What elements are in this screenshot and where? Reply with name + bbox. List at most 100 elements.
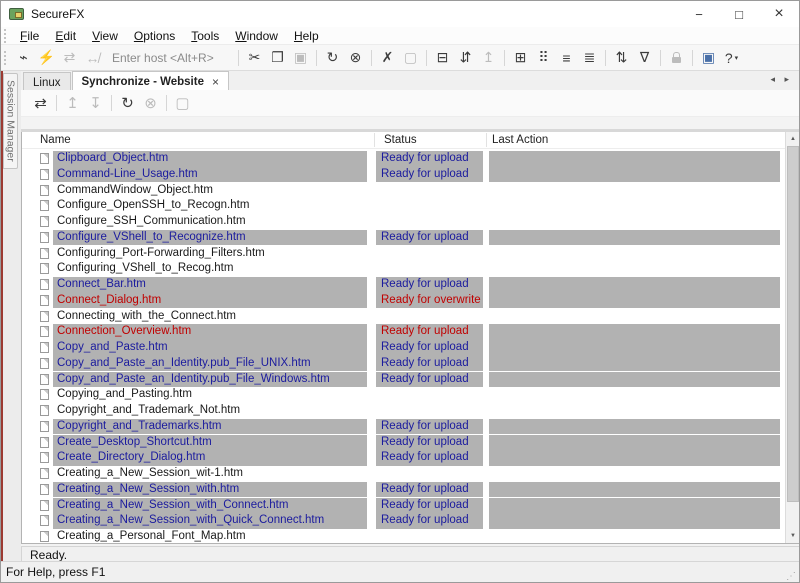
toolbar-separator	[692, 50, 693, 66]
filter-icon[interactable]: ∇	[633, 47, 656, 69]
quick-connect-icon[interactable]: ⚡	[35, 47, 58, 69]
menu-edit[interactable]: Edit	[47, 29, 84, 43]
menu-file[interactable]: File	[12, 29, 47, 43]
refresh-icon[interactable]: ↻	[116, 92, 139, 114]
synchronize-files-icon[interactable]: ⇄	[29, 92, 52, 114]
cell-last-action	[489, 261, 780, 277]
tab-scroll-left-icon[interactable]: ◂	[770, 74, 775, 85]
menu-drag-handle[interactable]	[4, 29, 8, 43]
menu-view[interactable]: View	[84, 29, 126, 43]
cell-name: Connect_Bar.htm	[53, 277, 367, 293]
table-row[interactable]: Creating_a_Personal_Font_Map.htm	[22, 529, 785, 543]
upload-icon[interactable]: ↥	[61, 92, 84, 114]
window-title: SecureFX	[31, 7, 84, 21]
table-row[interactable]: Creating_a_New_Session_with.htmReady for…	[22, 482, 785, 498]
table-row[interactable]: Configure_SSH_Communication.htm	[22, 214, 785, 230]
file-skip-icon[interactable]: ▢	[399, 47, 422, 69]
table-row[interactable]: Connecting_with_the_Connect.htm	[22, 309, 785, 325]
table-row[interactable]: Configuring_VShell_to_Recog.htm	[22, 261, 785, 277]
resize-grip[interactable]: ⋰	[786, 572, 796, 582]
transfer-icon[interactable]: ⇵	[454, 47, 477, 69]
paste-icon[interactable]: ▣	[289, 47, 312, 69]
help-icon[interactable]: ?▾	[720, 47, 743, 69]
table-row[interactable]: Copy_and_Paste_an_Identity.pub_File_Wind…	[22, 372, 785, 388]
table-row[interactable]: Creating_a_New_Session_with_Connect.htmR…	[22, 498, 785, 514]
vertical-scrollbar[interactable]: ▲ ▼	[785, 132, 800, 543]
tab-linux[interactable]: Linux	[23, 72, 71, 90]
table-row[interactable]: Connect_Bar.htmReady for upload	[22, 277, 785, 293]
reconnect-icon[interactable]: ⇄	[58, 47, 81, 69]
column-header-name[interactable]: Name	[40, 134, 71, 146]
stop-icon[interactable]: ⊗	[139, 92, 162, 114]
cell-status: Ready for upload	[376, 151, 483, 167]
list-view-icon[interactable]: ≡	[555, 47, 578, 69]
table-row[interactable]: Configure_VShell_to_Recognize.htmReady f…	[22, 230, 785, 246]
table-row[interactable]: Clipboard_Object.htmReady for upload	[22, 151, 785, 167]
connect-icon[interactable]: ⌁	[12, 47, 35, 69]
menu-window[interactable]: Window	[227, 29, 286, 43]
file-icon	[40, 185, 49, 196]
folder-up-icon[interactable]: ↥	[477, 47, 500, 69]
session-manager-tab[interactable]: Session Manager	[3, 73, 18, 169]
tab-synchronize-website[interactable]: Synchronize - Website×	[72, 71, 230, 90]
toolbar-separator	[238, 50, 239, 66]
skip-file-icon[interactable]: ▢	[171, 92, 194, 114]
table-row[interactable]: Command-Line_Usage.htmReady for upload	[22, 167, 785, 183]
disconnect-icon[interactable]: ↮	[81, 47, 104, 69]
host-input[interactable]	[110, 50, 228, 66]
toolbar-drag-handle[interactable]	[4, 51, 8, 65]
table-row[interactable]: Connection_Overview.htmReady for upload	[22, 324, 785, 340]
close-button[interactable]: ×	[759, 1, 799, 27]
details-view-icon[interactable]: ≣	[578, 47, 601, 69]
column-header-status[interactable]: Status	[384, 134, 417, 146]
table-row[interactable]: Copyright_and_Trademarks.htmReady for up…	[22, 419, 785, 435]
menu-options[interactable]: Options	[126, 29, 183, 43]
table-row[interactable]: Create_Directory_Dialog.htmReady for upl…	[22, 450, 785, 466]
session-manager-icon[interactable]: ⊟	[431, 47, 454, 69]
column-headers: Name Status Last Action	[22, 132, 785, 149]
cell-status	[376, 403, 483, 419]
session-options-icon[interactable]: ▣	[697, 47, 720, 69]
synchronize-toolbar: ⇄ ↥↧ ↻⊗ ▢	[21, 90, 800, 117]
menu-tools[interactable]: Tools	[183, 29, 227, 43]
table-row[interactable]: Configure_OpenSSH_to_Recogn.htm	[22, 198, 785, 214]
file-icon	[40, 484, 49, 495]
file-icon	[40, 452, 49, 463]
synchronize-icon[interactable]: ↻	[321, 47, 344, 69]
scroll-down-icon[interactable]: ▼	[786, 529, 800, 543]
session-manager-sidebar: Session Manager	[1, 71, 21, 563]
large-icons-view-icon[interactable]: ⊞	[509, 47, 532, 69]
menu-help[interactable]: Help	[286, 29, 327, 43]
table-row[interactable]: Copyright_and_Trademark_Not.htm	[22, 403, 785, 419]
toolbar-separator	[660, 50, 661, 66]
delete-icon[interactable]: ✗	[376, 47, 399, 69]
table-row[interactable]: Copy_and_Paste.htmReady for upload	[22, 340, 785, 356]
table-row[interactable]: Configuring_Port-Forwarding_Filters.htm	[22, 246, 785, 262]
table-row[interactable]: Copying_and_Pasting.htm	[22, 387, 785, 403]
lock-icon[interactable]	[665, 47, 688, 69]
maximize-button[interactable]: □	[719, 1, 759, 27]
sort-icon[interactable]: ⇅	[610, 47, 633, 69]
cut-icon[interactable]: ✂	[243, 47, 266, 69]
file-icon	[40, 374, 49, 385]
table-row[interactable]: CommandWindow_Object.htm	[22, 183, 785, 199]
tab-scroll-right-icon[interactable]: ▸	[784, 74, 789, 85]
minimize-button[interactable]: −	[679, 1, 719, 27]
table-row[interactable]: Creating_a_New_Session_with_Quick_Connec…	[22, 513, 785, 529]
cell-status	[376, 466, 483, 482]
cancel-icon[interactable]: ⊗	[344, 47, 367, 69]
table-row[interactable]: Connect_Dialog.htmReady for overwrite	[22, 293, 785, 309]
small-icons-view-icon[interactable]: ⠿	[532, 47, 555, 69]
copy-icon[interactable]: ❐	[266, 47, 289, 69]
column-header-last-action[interactable]: Last Action	[492, 134, 548, 146]
scrollbar-thumb[interactable]	[787, 146, 799, 502]
cell-last-action	[489, 151, 780, 167]
table-row[interactable]: Create_Desktop_Shortcut.htmReady for upl…	[22, 435, 785, 451]
cell-name: Copy_and_Paste.htm	[53, 340, 367, 356]
tab-close-icon[interactable]: ×	[212, 75, 219, 89]
scroll-up-icon[interactable]: ▲	[786, 132, 800, 146]
table-row[interactable]: Copy_and_Paste_an_Identity.pub_File_UNIX…	[22, 356, 785, 372]
table-row[interactable]: Creating_a_New_Session_wit-1.htm	[22, 466, 785, 482]
download-icon[interactable]: ↧	[84, 92, 107, 114]
file-icon	[40, 248, 49, 259]
